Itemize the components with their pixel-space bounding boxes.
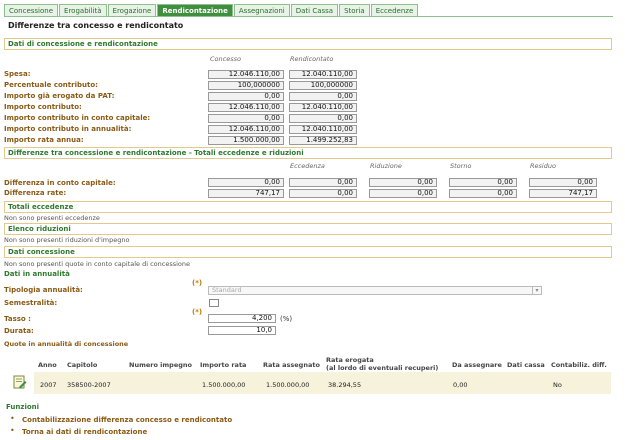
durata-input[interactable]: 10,0 <box>208 326 276 335</box>
tab-assegnazioni[interactable]: Assegnazioni <box>233 4 290 16</box>
col-header-concesso: Concesso <box>210 55 241 63</box>
label-diff-conto-capitale: Differenza in conto capitale: <box>4 179 116 187</box>
spesa-concesso: 12.046.110,00 <box>208 70 284 79</box>
th-numero-impegno: Numero impegno <box>129 361 192 369</box>
percentuale-rendicontato: 100,000000 <box>289 81 357 90</box>
rata-annua-rendicontato: 1.499.252,83 <box>289 136 357 145</box>
tasso-unit: (%) <box>280 315 293 323</box>
bullet-marker: • <box>10 414 15 423</box>
importo-contributo-concesso: 12.046.110,00 <box>208 103 284 112</box>
table-row <box>34 372 611 394</box>
tab-concessione[interactable]: Concessione <box>4 4 59 16</box>
gia-erogato-concesso: 0,00 <box>208 92 284 101</box>
tipologia-select[interactable]: Standard ▾ <box>208 286 542 295</box>
rata-annua-concesso: 1.500.000,00 <box>208 136 284 145</box>
chevron-down-icon[interactable]: ▾ <box>532 287 541 294</box>
spesa-rendicontato: 12.040.110,00 <box>289 70 357 79</box>
diff-cc-riduzione: 0,00 <box>369 178 437 187</box>
col-header-rendicontato: Rendicontato <box>290 55 334 63</box>
col-header-residuo: Residuo <box>530 162 556 170</box>
label-spesa: Spesa: <box>4 70 31 78</box>
diff-cc-eccedenza: 0,00 <box>289 178 357 187</box>
diff-rate-eccedenza: 0,00 <box>289 189 357 198</box>
label-durata: Durata: <box>4 327 34 335</box>
note-no-riduzioni: Non sono presenti riduzioni d'impegno <box>4 236 130 244</box>
label-percentuale: Percentuale contributo: <box>4 81 98 89</box>
cell-capitolo: 358500-2007 <box>67 381 111 389</box>
required-marker-tipologia: (*) <box>192 279 203 287</box>
heading-funzioni: Funzioni <box>6 403 40 411</box>
section-differenze: Differenze tra concessione e rendicontaz… <box>4 147 612 159</box>
tab-divider <box>4 16 613 17</box>
tab-rendicontazione[interactable]: Rendicontazione <box>157 4 233 16</box>
gia-erogato-rendicontato: 0,00 <box>289 92 357 101</box>
diff-rate-residuo: 747,17 <box>529 189 597 198</box>
page-title: Differenze tra concesso e rendicontato <box>8 21 184 30</box>
label-importo-contributo: Importo contributo: <box>4 103 82 111</box>
th-anno: Anno <box>38 361 57 369</box>
heading-dati-annualita: Dati in annualità <box>4 270 70 278</box>
annualita-concesso: 12.046.110,00 <box>208 125 284 134</box>
required-marker-tasso: (*) <box>192 308 203 316</box>
conto-capitale-rendicontato: 0,00 <box>289 114 357 123</box>
th-da-assegnare: Da assegnare <box>452 361 502 369</box>
col-header-eccedenza: Eccedenza <box>290 162 325 170</box>
th-rata-erogata: Rata erogata <box>326 356 374 364</box>
th-contabiliz-diff: Contabiliz. diff. <box>551 361 607 369</box>
col-header-riduzione: Riduzione <box>370 162 402 170</box>
cell-rata-erogata: 38.294,55 <box>328 381 362 389</box>
label-tipologia: Tipologia annualità: <box>4 286 83 294</box>
note-no-quote: Non sono presenti quote in conto capital… <box>4 260 191 268</box>
diff-cc-storno: 0,00 <box>449 178 517 187</box>
percentuale-concesso: 100,000000 <box>208 81 284 90</box>
tab-erogazione[interactable]: Erogazione <box>107 4 157 16</box>
section-elenco-riduzioni: Elenco riduzioni <box>4 223 612 235</box>
edit-document-icon[interactable] <box>13 375 27 389</box>
label-diff-rate: Differenza rate: <box>4 189 67 197</box>
label-rata-annua: Importo rata annua: <box>4 136 84 144</box>
section-dati-concessione: Dati concessione <box>4 246 612 258</box>
cell-importo-rata: 1.500.000,00 <box>202 381 246 389</box>
tipologia-value: Standard <box>212 286 242 294</box>
cell-da-assegnare: 0,00 <box>453 381 468 389</box>
col-header-storno: Storno <box>450 162 472 170</box>
note-no-eccedenze: Non sono presenti eccedenze <box>4 214 100 222</box>
link-contabilizzazione[interactable]: Contabilizzazione differenza concesso e … <box>22 416 232 424</box>
th-dati-cassa: Dati cassa <box>507 361 545 369</box>
diff-cc-residuo: 0,00 <box>529 178 597 187</box>
section-totali-eccedenze: Totali eccedenze <box>4 201 612 213</box>
tab-storia[interactable]: Storia <box>339 4 370 16</box>
importo-contributo-rendicontato: 12.040.110,00 <box>289 103 357 112</box>
bullet-marker: • <box>10 426 15 435</box>
label-tasso: Tasso : <box>4 315 31 323</box>
label-semestralita: Semestralità: <box>4 299 58 307</box>
annualita-rendicontato: 12.040.110,00 <box>289 125 357 134</box>
tab-bar: Concessione Erogabilità Erogazione Rendi… <box>4 4 419 16</box>
diff-cc-value: 0,00 <box>208 178 284 187</box>
label-gia-erogato: Importo già erogato da PAT: <box>4 92 115 100</box>
label-annualita: Importo contributo in annualità: <box>4 125 132 133</box>
th-importo-rata: Importo rata <box>200 361 247 369</box>
tab-eccedenze[interactable]: Eccedenze <box>370 4 419 16</box>
tasso-input[interactable]: 4,200 <box>208 314 276 323</box>
link-torna-rendicontazione[interactable]: Torna ai dati di rendicontazione <box>22 428 147 436</box>
th-capitolo: Capitolo <box>67 361 98 369</box>
th-rata-erogata-note: (al lordo di eventuali recuperi) <box>326 364 439 372</box>
tab-dati-cassa[interactable]: Dati Cassa <box>290 4 339 16</box>
diff-rate-storno: 0,00 <box>449 189 517 198</box>
diff-rate-value: 747,17 <box>208 189 284 198</box>
diff-rate-riduzione: 0,00 <box>369 189 437 198</box>
tab-erogabilita[interactable]: Erogabilità <box>59 4 107 16</box>
cell-anno: 2007 <box>40 381 57 389</box>
conto-capitale-concesso: 0,00 <box>208 114 284 123</box>
heading-quote-annualita: Quote in annualità di concessione <box>4 340 129 348</box>
section-dati-concessione-rendicontazione: Dati di concessione e rendicontazione <box>4 38 612 50</box>
th-rata-assegnato: Rata assegnato <box>263 361 320 369</box>
cell-contabiliz: No <box>553 381 562 389</box>
label-conto-capitale: Importo contributo in conto capitale: <box>4 114 151 122</box>
cell-rata-assegnato: 1.500.000,00 <box>266 381 310 389</box>
semestralita-checkbox[interactable] <box>209 299 219 307</box>
